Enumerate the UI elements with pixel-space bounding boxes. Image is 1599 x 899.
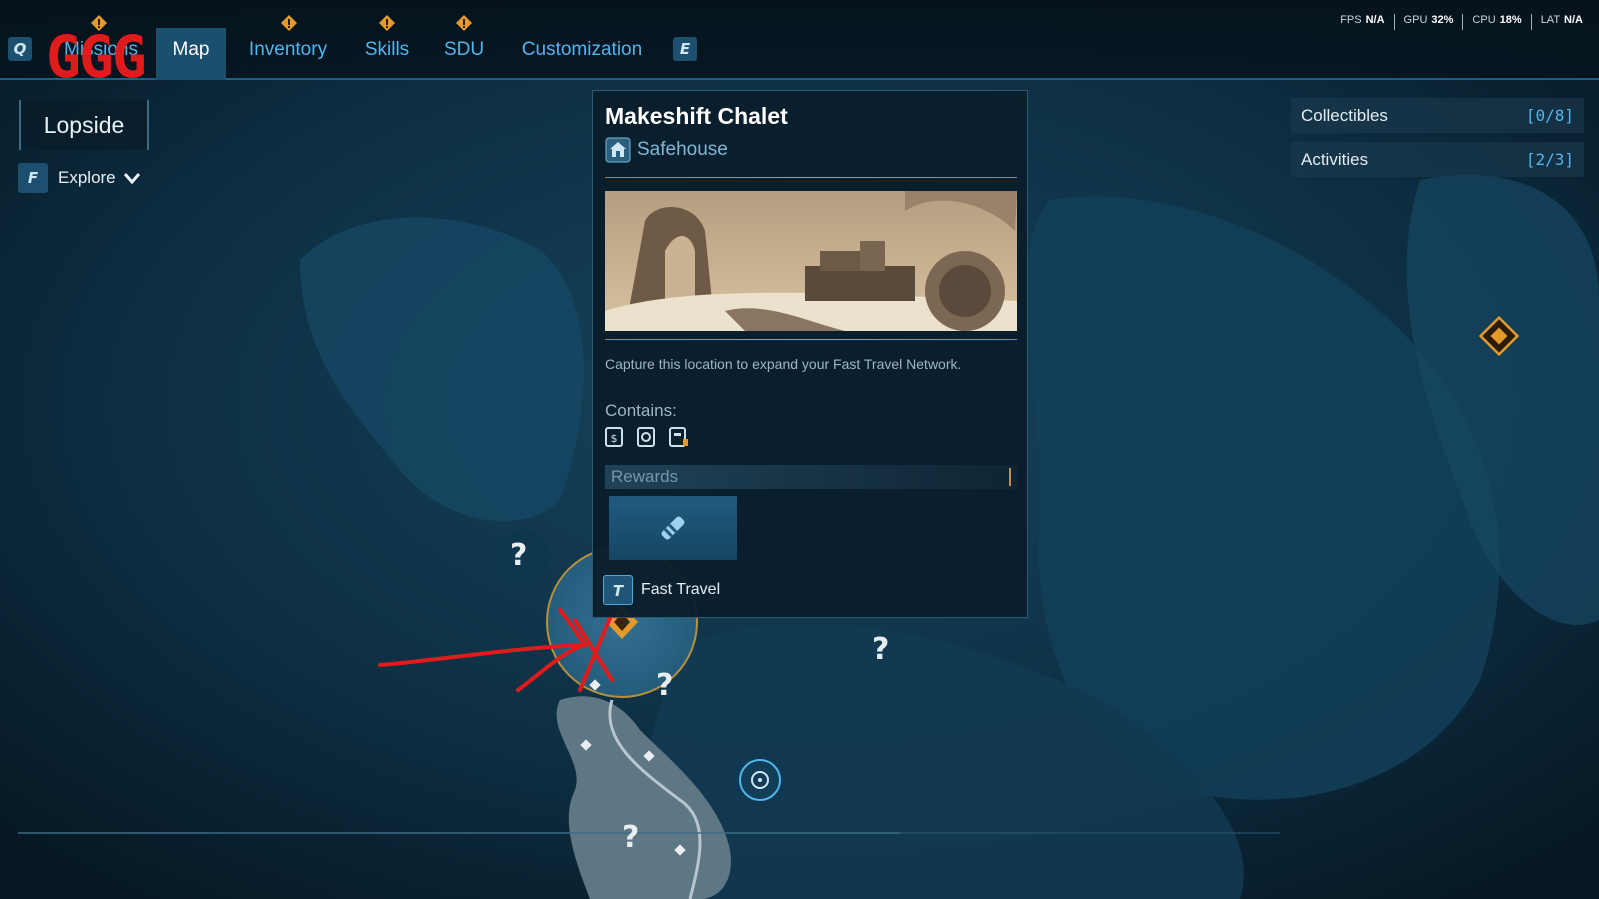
location-type: Safehouse: [605, 137, 728, 163]
skills-alert-icon: [379, 15, 395, 31]
unknown-location-marker[interactable]: ?: [622, 820, 639, 855]
location-type-label: Safehouse: [637, 139, 728, 160]
crafting-icon: [637, 427, 655, 447]
reward-item[interactable]: [609, 496, 737, 560]
collectibles-label: Collectibles: [1301, 105, 1388, 125]
tab-map[interactable]: Map: [156, 28, 226, 80]
top-navigation: Q Missions Map Inventory Skills SDU Cust…: [0, 0, 1599, 91]
location-title: Makeshift Chalet: [605, 103, 788, 129]
tab-inventory[interactable]: Inventory: [240, 28, 336, 80]
performance-overlay: FPS N/A GPU 32% CPU 18% LAT N/A: [1331, 14, 1583, 30]
prev-tab-key[interactable]: Q: [8, 37, 32, 61]
sdu-alert-icon: [456, 15, 472, 31]
cpu-stat: CPU 18%: [1463, 14, 1532, 30]
divider: [605, 177, 1017, 178]
fast-travel-label: Fast Travel: [641, 581, 721, 598]
contains-label: Contains:: [605, 401, 677, 420]
collectibles-count: [0/8]: [1525, 106, 1574, 125]
location-preview-image: [605, 191, 1017, 331]
inventory-alert-icon: [281, 15, 297, 31]
storage-icon: [669, 427, 688, 447]
explore-key: F: [18, 163, 48, 193]
watermark-overlay: GGG: [46, 23, 147, 91]
gpu-stat: GPU 32%: [1395, 14, 1464, 30]
activities-label: Activities: [1301, 149, 1369, 169]
chevron-down-icon: [123, 173, 140, 184]
tab-skills[interactable]: Skills: [358, 28, 416, 80]
collectibles-panel[interactable]: Collectibles [0/8]: [1291, 98, 1584, 133]
contains-icons: $: [605, 427, 689, 447]
unknown-location-marker[interactable]: ?: [656, 668, 673, 703]
rewards-accent: [1009, 468, 1011, 486]
safehouse-icon: [605, 137, 631, 163]
tab-label: Customization: [521, 39, 643, 60]
rewards-header: Rewards: [605, 465, 1017, 489]
location-description: Capture this location to expand your Fas…: [605, 356, 962, 372]
ammo-icon: [661, 516, 685, 540]
tab-sdu[interactable]: SDU: [440, 28, 488, 80]
explore-label: Explore: [58, 168, 116, 187]
fast-travel-action[interactable]: T Fast Travel: [603, 575, 720, 605]
explore-dropdown[interactable]: F Explore: [18, 162, 140, 194]
location-info-card: Makeshift Chalet Safehouse Capture this …: [592, 90, 1028, 618]
tab-label: Map: [172, 39, 210, 60]
fast-travel-key: T: [603, 575, 633, 605]
svg-text:$: $: [611, 432, 618, 445]
unknown-location-marker[interactable]: ?: [510, 538, 527, 573]
waypoint-marker[interactable]: [739, 759, 781, 801]
divider: [605, 339, 1017, 340]
tab-label: SDU: [443, 39, 485, 60]
tab-customization[interactable]: Customization: [512, 28, 652, 80]
unknown-location-marker[interactable]: ?: [872, 632, 889, 667]
fps-stat: FPS N/A: [1331, 14, 1395, 30]
tab-label: Skills: [364, 39, 410, 60]
vendor-icon: $: [605, 427, 623, 447]
activities-count: [2/3]: [1525, 150, 1574, 169]
tab-label: Inventory: [248, 39, 328, 60]
region-name: Lopside: [19, 100, 149, 150]
next-tab-key[interactable]: E: [673, 37, 697, 61]
activities-panel[interactable]: Activities [2/3]: [1291, 142, 1584, 177]
rewards-label: Rewards: [611, 467, 679, 486]
lat-stat: LAT N/A: [1540, 14, 1583, 26]
